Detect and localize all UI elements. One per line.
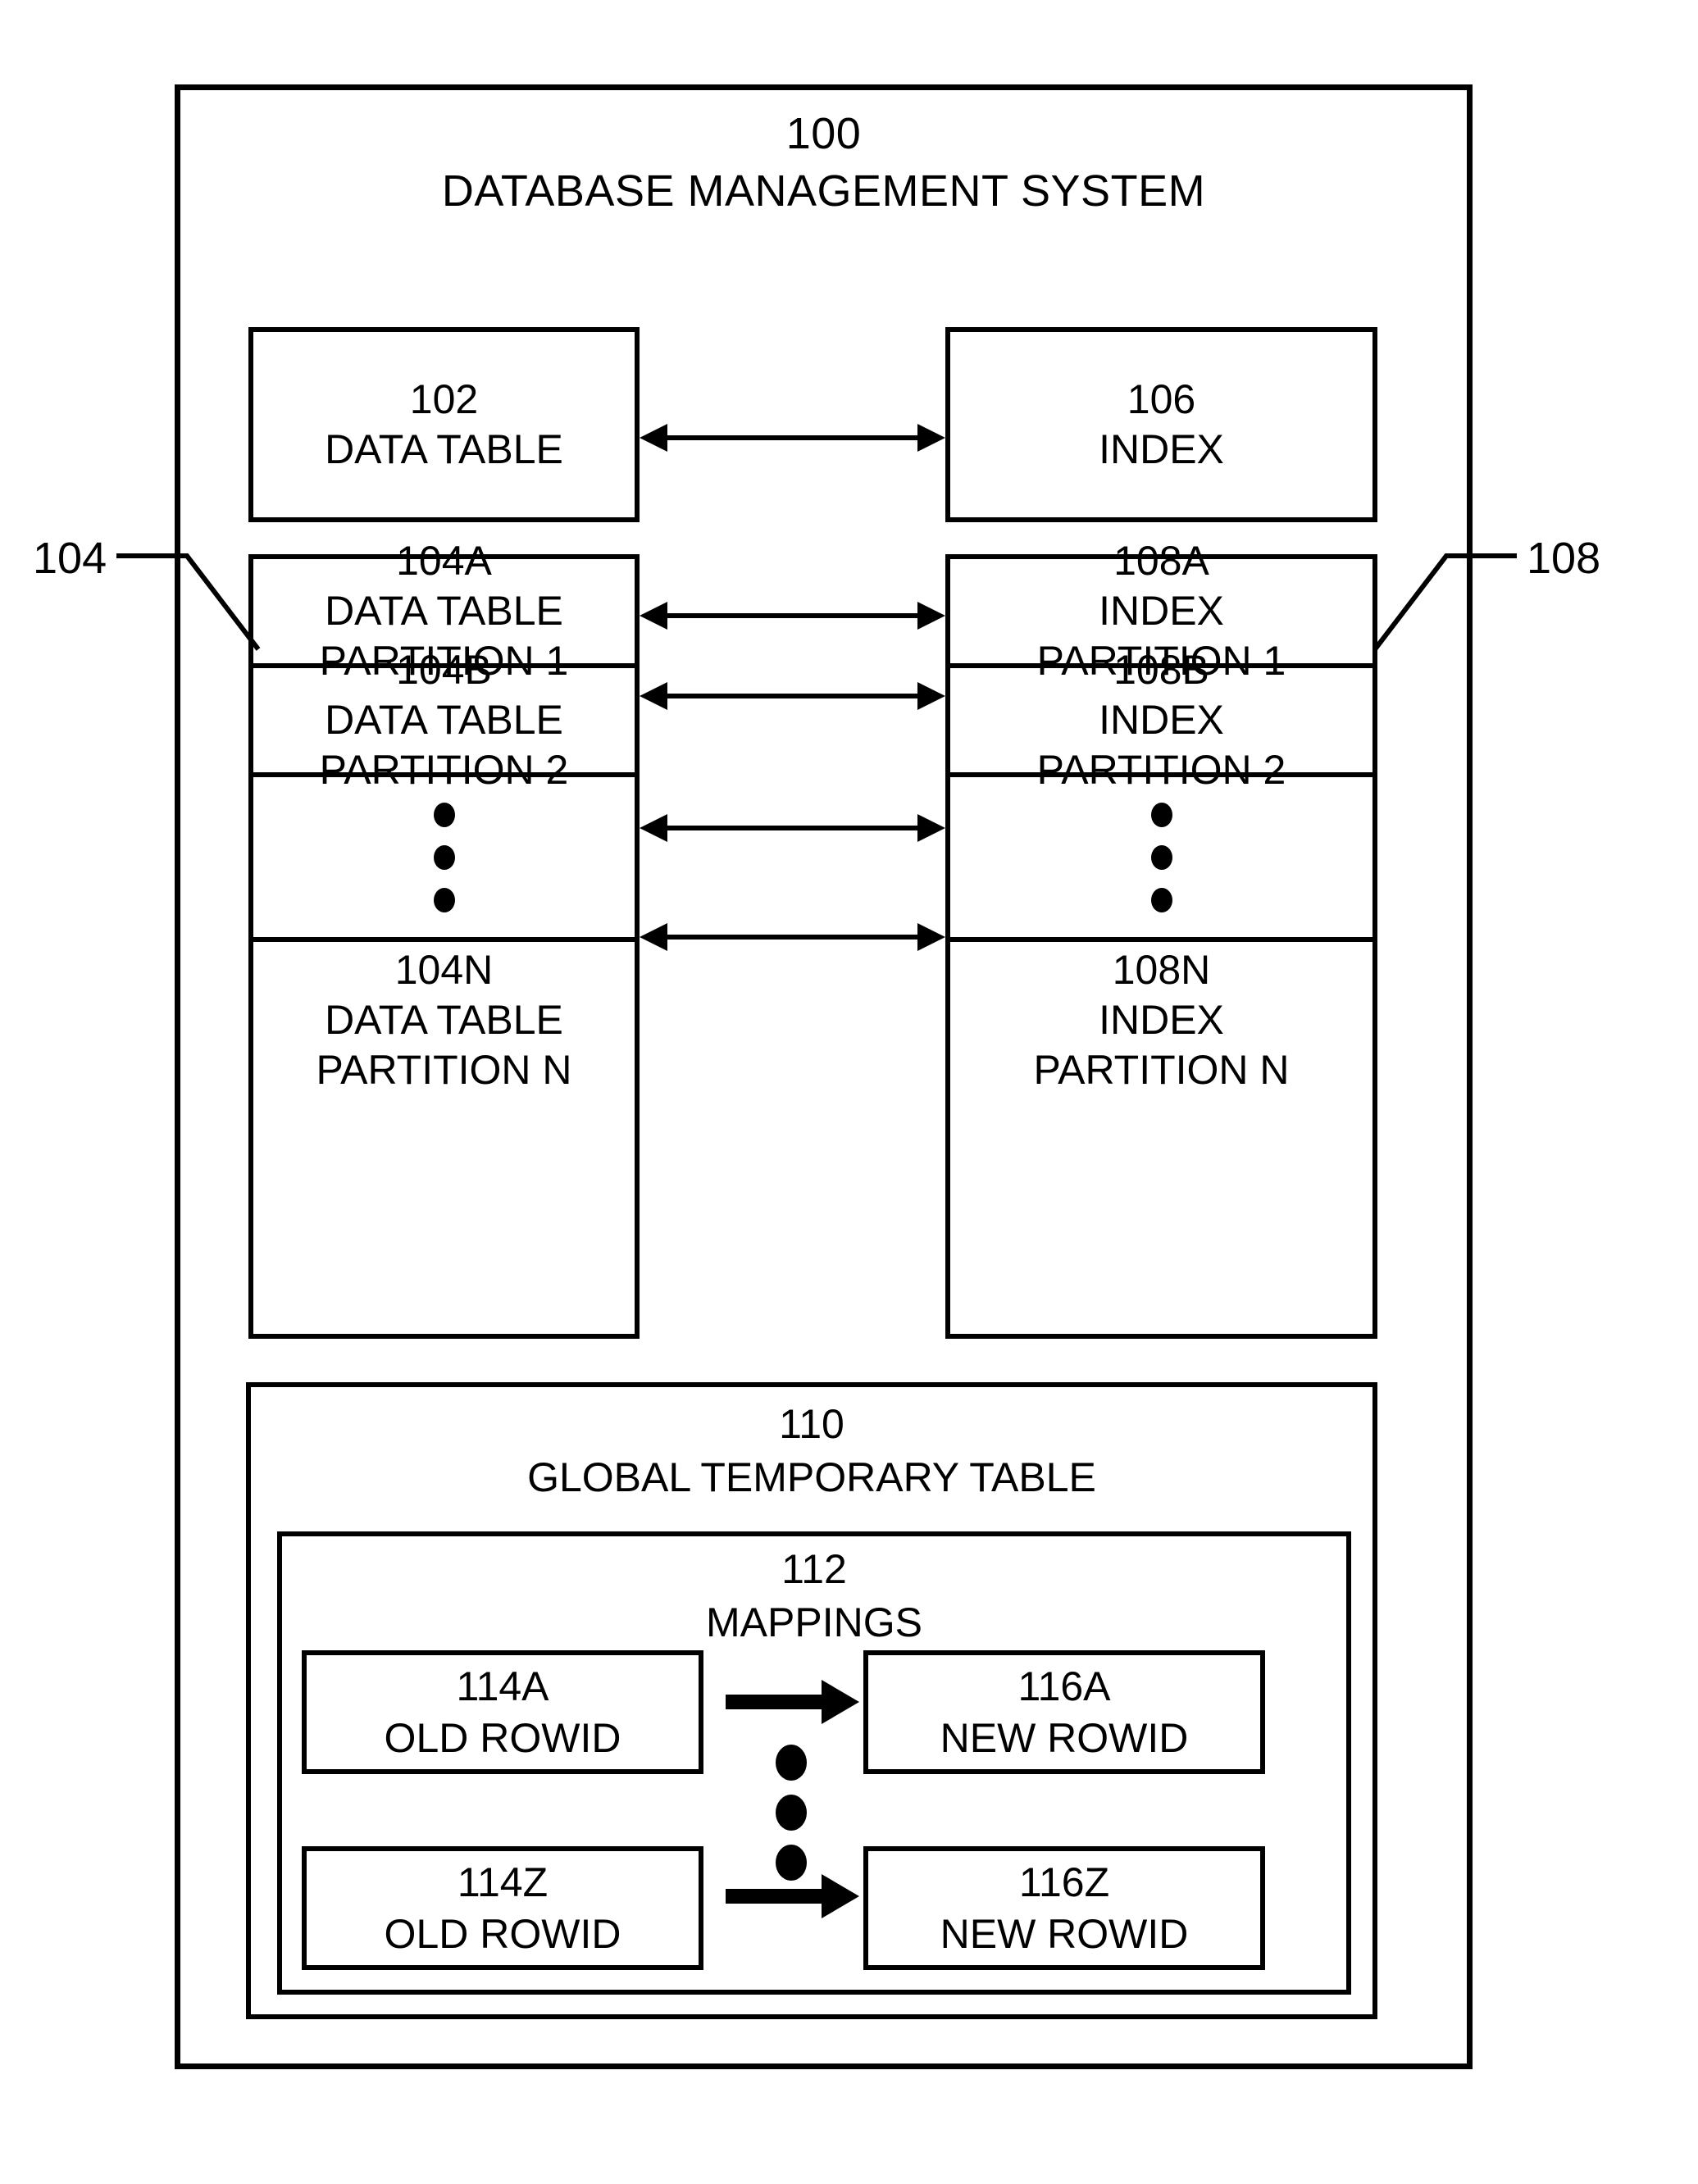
partition-label-line1: INDEX	[1099, 697, 1224, 743]
new-rowid-label: NEW ROWID	[940, 1910, 1189, 1957]
new-rowid-reference-number: 116Z	[1018, 1859, 1110, 1905]
partition-label-line1: DATA TABLE	[325, 996, 563, 1043]
index-reference-number: 106	[1127, 376, 1196, 422]
index-partitions-reference-number: 108	[1527, 534, 1601, 583]
vertical-ellipsis-icon	[433, 802, 455, 912]
index-partition-column: 108A INDEX PARTITION 1 108B INDEX PARTIT…	[945, 538, 1377, 1339]
old-rowid-reference-number: 114A	[456, 1663, 549, 1709]
partition-reference-number: 104A	[396, 538, 492, 584]
index-partition-cell: 108B INDEX PARTITION 2	[950, 647, 1373, 793]
partition-label-line1: INDEX	[1099, 588, 1224, 634]
new-rowid-box: 116A NEW ROWID	[863, 1650, 1265, 1774]
partition-reference-number: 108A	[1113, 538, 1209, 584]
old-rowid-box: 114A OLD ROWID	[302, 1650, 703, 1774]
data-table-partitions-reference-number: 104	[33, 534, 107, 583]
index-partition-cell: 108N INDEX PARTITION N	[950, 942, 1373, 1098]
global-temporary-table-title-block: 110 GLOBAL TEMPORARY TABLE	[246, 1398, 1377, 1504]
global-temporary-table-label: GLOBAL TEMPORARY TABLE	[527, 1454, 1096, 1500]
mappings-vertical-ellipsis-icon	[770, 1745, 813, 1881]
mappings-label: MAPPINGS	[706, 1599, 922, 1645]
old-rowid-box: 114Z OLD ROWID	[302, 1846, 703, 1970]
data-table-label: DATA TABLE	[325, 426, 563, 472]
partition-label-line1: DATA TABLE	[325, 588, 563, 634]
index-label: INDEX	[1099, 426, 1224, 472]
system-reference-number: 100	[785, 109, 862, 158]
mappings-title-block: 112 MAPPINGS	[277, 1543, 1351, 1649]
system-title-block: 100 DATABASE MANAGEMENT SYSTEM	[175, 105, 1473, 220]
partition-reference-number: 104N	[394, 946, 494, 993]
partition-label-line2: PARTITION N	[1033, 1046, 1290, 1093]
partition-label-line1: DATA TABLE	[325, 697, 563, 743]
data-table-partition-column: 104A DATA TABLE PARTITION 1 104B DATA TA…	[248, 538, 640, 1339]
mappings-reference-number: 112	[781, 1546, 847, 1592]
new-rowid-reference-number: 116A	[1017, 1663, 1111, 1709]
data-table-partition-cell: 104B DATA TABLE PARTITION 2	[253, 647, 635, 793]
index-box: 106 INDEX	[945, 327, 1377, 522]
new-rowid-label: NEW ROWID	[940, 1714, 1189, 1761]
partition-reference-number: 108N	[1112, 946, 1211, 993]
data-table-partitions-leader-line	[116, 553, 261, 651]
old-rowid-label: OLD ROWID	[384, 1714, 621, 1761]
vertical-ellipsis-icon	[1150, 802, 1172, 912]
data-table-partition-cell: 104N DATA TABLE PARTITION N	[253, 942, 635, 1098]
data-table-reference-number: 102	[409, 376, 479, 422]
partition-label-line1: INDEX	[1099, 996, 1224, 1043]
data-table-box: 102 DATA TABLE	[248, 327, 640, 522]
patent-figure: 100 DATABASE MANAGEMENT SYSTEM 102 DATA …	[0, 0, 1698, 2184]
partition-label-line2: PARTITION N	[316, 1046, 572, 1093]
index-partitions-leader-line	[1373, 553, 1517, 651]
partition-reference-number: 108B	[1113, 647, 1209, 693]
system-name: DATABASE MANAGEMENT SYSTEM	[441, 166, 1206, 216]
partition-reference-number: 104B	[396, 647, 492, 693]
new-rowid-box: 116Z NEW ROWID	[863, 1846, 1265, 1970]
data-table-partition-ellipsis-cell	[253, 777, 635, 942]
old-rowid-reference-number: 114Z	[457, 1859, 549, 1905]
global-temporary-table-reference-number: 110	[779, 1401, 844, 1447]
old-rowid-label: OLD ROWID	[384, 1910, 621, 1957]
index-partition-ellipsis-cell	[950, 777, 1373, 942]
